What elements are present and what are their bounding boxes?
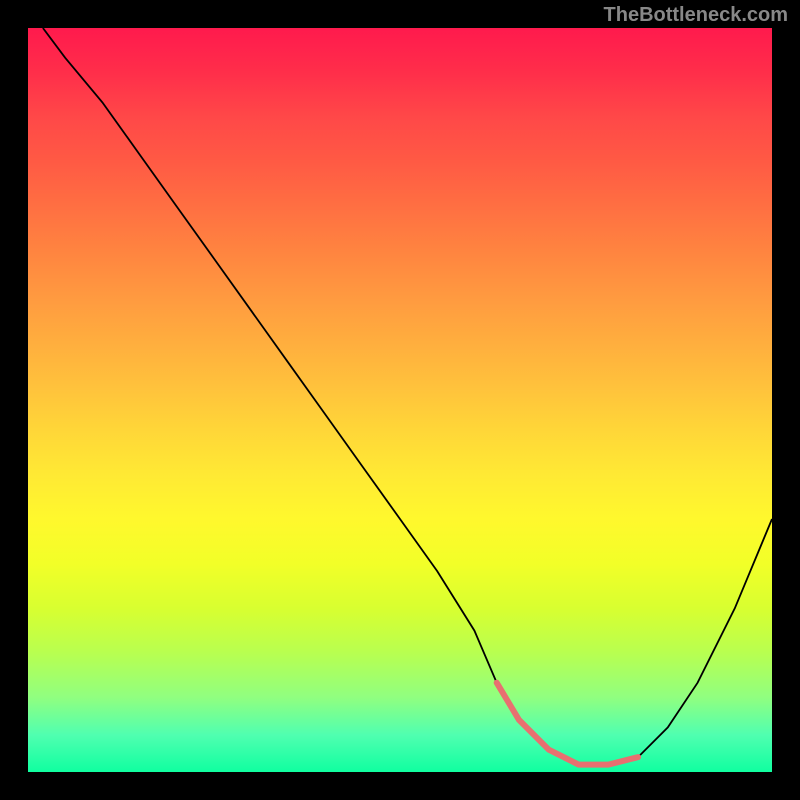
- chart-plot-area: [28, 28, 772, 772]
- bottleneck-curve-line: [43, 28, 772, 765]
- optimal-range-highlight: [497, 683, 638, 765]
- chart-svg-overlay: [28, 28, 772, 772]
- watermark-text: TheBottleneck.com: [604, 4, 788, 27]
